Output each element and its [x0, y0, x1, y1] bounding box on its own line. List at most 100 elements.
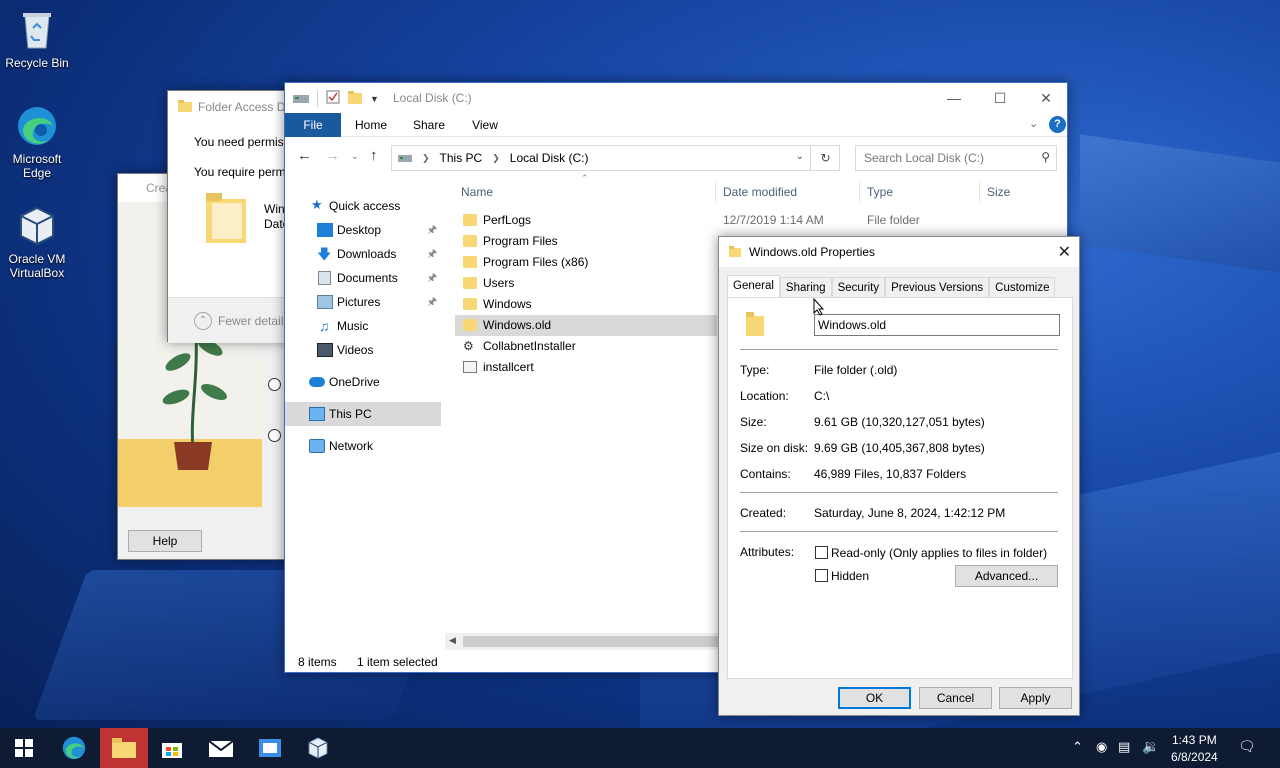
folder-name-input[interactable] [814, 314, 1060, 336]
column-header-size[interactable]: Size [981, 181, 1010, 203]
search-input[interactable]: Search Local Disk (C:) ⚲ [855, 145, 1057, 171]
volume-icon[interactable]: 🔉 [1142, 738, 1159, 755]
nav-desktop[interactable]: Desktop 🖈 [285, 218, 441, 242]
refresh-button[interactable]: ↻ [812, 145, 840, 171]
nav-documents[interactable]: Documents 🖈 [285, 266, 441, 290]
tab-view[interactable]: View [465, 113, 505, 137]
folder-large-icon [204, 189, 248, 248]
created-value: Saturday, June 8, 2024, 1:42:12 PM [814, 506, 1006, 520]
column-header-name[interactable]: Name [455, 181, 493, 203]
horizontal-scrollbar[interactable]: ◀ [445, 633, 725, 650]
network-icon[interactable]: ▤ [1118, 739, 1130, 755]
file-row[interactable]: PerfLogs 12/7/2019 1:14 AM File folder [455, 210, 1069, 231]
clock-time[interactable]: 1:43 PM [1172, 733, 1217, 747]
tab-customize[interactable]: Customize [989, 277, 1056, 297]
navigation-pane: ★ Quick access Desktop 🖈 🡇 Downloads 🖈 D… [285, 183, 441, 633]
taskbar-mail[interactable] [197, 728, 245, 768]
chevron-right-icon[interactable]: ❯ [422, 153, 430, 164]
search-icon: ⚲ [1041, 150, 1050, 164]
nav-quick-access[interactable]: ★ Quick access [285, 194, 441, 218]
help-icon[interactable]: ? [1049, 116, 1066, 133]
scroll-left-icon[interactable]: ◀ [449, 635, 456, 646]
breadcrumb-this-pc[interactable]: This PC [440, 151, 483, 165]
pin-icon[interactable]: 🖈 [427, 218, 437, 242]
column-header-type[interactable]: Type [861, 181, 893, 203]
nav-music[interactable]: ♫ Music [285, 314, 441, 338]
apply-button[interactable]: Apply [999, 687, 1072, 709]
nav-this-pc[interactable]: This PC [285, 402, 441, 426]
tab-general[interactable]: General [727, 275, 780, 298]
cancel-button[interactable]: Cancel [919, 687, 992, 709]
tab-share[interactable]: Share [409, 113, 449, 137]
close-button[interactable]: ✕ [1023, 83, 1069, 113]
chevron-down-icon[interactable]: ⌄ [1029, 117, 1038, 130]
dialog-title: Windows.old Properties [749, 245, 876, 259]
minimize-button[interactable]: — [931, 83, 977, 113]
desktop-icon-recycle-bin[interactable]: Recycle Bin [0, 8, 74, 70]
folder-icon [463, 298, 477, 310]
customize-toolbar-icon[interactable]: ▼ [370, 94, 379, 104]
fewer-details-link[interactable]: Fewer details [218, 314, 289, 328]
address-bar[interactable]: ❯ This PC ❯ Local Disk (C:) ⌄ [391, 145, 811, 171]
up-arrow-icon[interactable]: ↑ [370, 147, 378, 164]
taskbar-app[interactable] [246, 728, 294, 768]
pin-icon[interactable]: 🖈 [427, 266, 437, 290]
mouse-cursor-icon [813, 298, 825, 316]
radio-button[interactable] [268, 429, 281, 442]
message-text: You need permis [194, 135, 284, 149]
nav-onedrive[interactable]: OneDrive [285, 370, 441, 394]
back-arrow-icon[interactable]: ← [297, 147, 312, 164]
tab-home[interactable]: Home [351, 113, 391, 137]
ok-button[interactable]: OK [838, 687, 911, 709]
readonly-checkbox[interactable] [815, 546, 828, 559]
forward-arrow-icon[interactable]: → [325, 147, 340, 164]
start-button[interactable] [0, 728, 48, 768]
chevron-right-icon[interactable]: ❯ [492, 153, 500, 164]
taskbar-store[interactable] [148, 728, 196, 768]
desktop-icon-edge[interactable]: Microsoft Edge [0, 104, 74, 180]
pin-icon[interactable]: 🖈 [427, 290, 437, 314]
tab-security[interactable]: Security [831, 277, 886, 297]
recent-locations-icon[interactable]: ⌄ [351, 151, 359, 162]
show-hidden-icons-icon[interactable]: ⌃ [1072, 739, 1083, 755]
attributes-label: Attributes: [740, 545, 795, 559]
help-button[interactable]: Help [128, 530, 202, 552]
close-icon[interactable]: ✕ [1058, 242, 1071, 262]
network-icon [309, 439, 325, 453]
taskbar-file-explorer[interactable] [100, 728, 148, 768]
taskbar-virtualbox[interactable] [294, 728, 342, 768]
tab-previous-versions[interactable]: Previous Versions [885, 277, 990, 297]
chevron-down-icon[interactable]: ⌄ [796, 151, 804, 162]
file-name: Users [483, 276, 515, 290]
pictures-icon [317, 295, 333, 309]
drive-icon [398, 151, 412, 165]
taskbar-edge[interactable] [50, 728, 98, 768]
hidden-checkbox[interactable] [815, 569, 828, 582]
new-folder-icon[interactable] [348, 90, 362, 107]
window-title: Local Disk (C:) [393, 91, 472, 105]
pin-icon[interactable]: 🖈 [427, 242, 437, 266]
advanced-button[interactable]: Advanced... [955, 565, 1058, 587]
file-name: Windows.old [483, 318, 552, 332]
tab-sharing[interactable]: Sharing [779, 277, 832, 297]
column-header-date[interactable]: Date modified [717, 181, 797, 203]
computer-icon [309, 407, 325, 421]
breadcrumb-local-disk[interactable]: Local Disk (C:) [510, 151, 589, 165]
nav-network[interactable]: Network [285, 434, 441, 458]
radio-button[interactable] [268, 378, 281, 391]
notifications-icon[interactable]: 🗨 [1238, 738, 1256, 755]
desktop-icon-virtualbox[interactable]: Oracle VM VirtualBox [0, 204, 74, 280]
file-row-selected[interactable]: Windows.old [455, 315, 717, 336]
clock-date[interactable]: 6/8/2024 [1171, 750, 1218, 764]
tab-file[interactable]: File [285, 113, 341, 137]
size-on-disk-label: Size on disk: [740, 441, 809, 455]
nav-videos[interactable]: Videos [285, 338, 441, 362]
meet-now-icon[interactable]: ◉ [1096, 739, 1107, 755]
nav-pictures[interactable]: Pictures 🖈 [285, 290, 441, 314]
scrollbar-thumb[interactable] [463, 636, 723, 647]
maximize-button[interactable]: ☐ [977, 83, 1023, 113]
cloud-icon [309, 377, 325, 387]
properties-icon[interactable] [326, 90, 340, 107]
chevron-up-icon[interactable]: ⌃ [194, 312, 212, 330]
nav-downloads[interactable]: 🡇 Downloads 🖈 [285, 242, 441, 266]
